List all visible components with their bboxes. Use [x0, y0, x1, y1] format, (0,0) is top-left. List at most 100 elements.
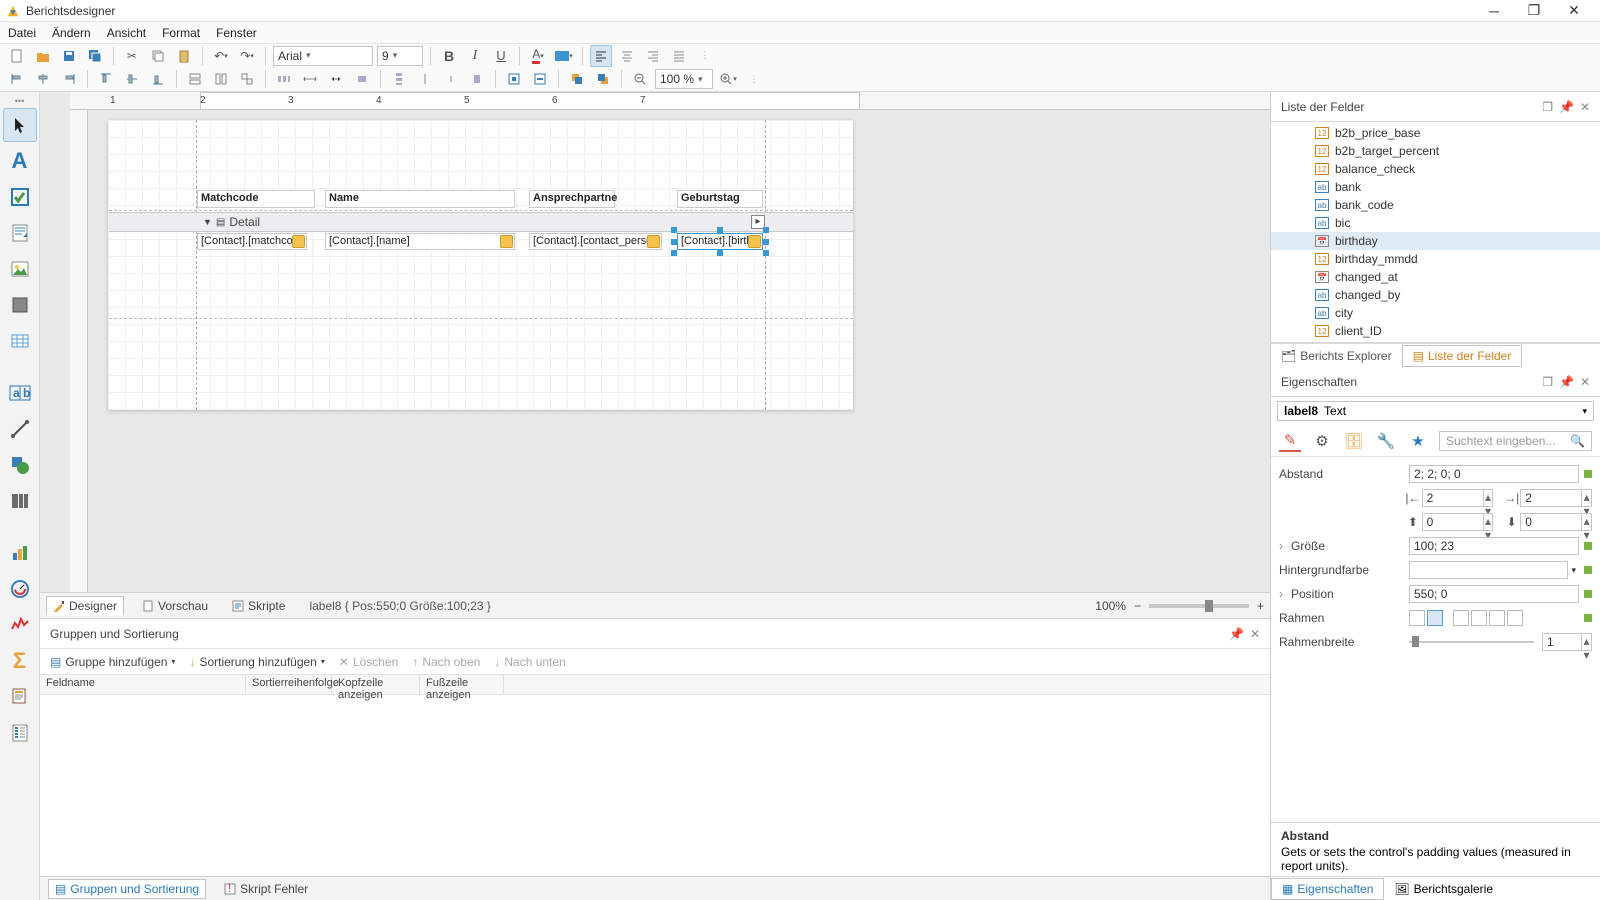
menu-datei[interactable]: Datei: [8, 26, 36, 40]
prop-border-width[interactable]: 1: [1542, 633, 1582, 651]
window-icon[interactable]: ❐: [1542, 100, 1553, 114]
prop-padding-right[interactable]: 2: [1520, 489, 1582, 507]
tool-checkbox[interactable]: [3, 180, 37, 214]
paste-icon[interactable]: [173, 45, 195, 67]
tool-gauge[interactable]: [3, 572, 37, 606]
align-center-icon[interactable]: [616, 45, 638, 67]
expand-icon[interactable]: ›: [1279, 539, 1291, 553]
menu-ansicht[interactable]: Ansicht: [107, 26, 146, 40]
cat-data-icon[interactable]: 🗄: [1343, 430, 1365, 452]
prop-position-value[interactable]: 550; 0: [1409, 585, 1579, 603]
fill-color-icon[interactable]: ▾: [553, 45, 575, 67]
tool-pivot[interactable]: Σ: [3, 644, 37, 678]
tab-properties[interactable]: ▦Eigenschaften: [1271, 878, 1384, 900]
toolbar-overflow-icon[interactable]: ⋮: [743, 68, 765, 90]
font-name-combo[interactable]: Arial▾: [273, 46, 373, 66]
vspace-remove-icon[interactable]: [466, 68, 488, 90]
same-width-icon[interactable]: [184, 68, 206, 90]
tool-panel[interactable]: [3, 288, 37, 322]
add-group-button[interactable]: ▤Gruppe hinzufügen▾: [50, 655, 175, 669]
prop-padding-left[interactable]: 2: [1422, 489, 1484, 507]
menu-aendern[interactable]: Ändern: [52, 26, 91, 40]
close-icon[interactable]: ✕: [1250, 627, 1260, 641]
italic-icon[interactable]: I: [464, 45, 486, 67]
property-search-input[interactable]: Suchtext eingeben...🔍: [1439, 431, 1592, 451]
bound-field[interactable]: [Contact].[birthd: [677, 233, 763, 250]
maximize-button[interactable]: ❐: [1514, 2, 1554, 19]
font-size-combo[interactable]: 9▾: [377, 46, 423, 66]
center-horiz-icon[interactable]: [503, 68, 525, 90]
hspace-decrease-icon[interactable]: [325, 68, 347, 90]
zoom-combo[interactable]: 100 %▾: [655, 69, 713, 89]
field-list-item[interactable]: 12b2b_price_base: [1271, 124, 1600, 142]
new-icon[interactable]: [6, 45, 28, 67]
minimize-button[interactable]: ─: [1474, 3, 1514, 19]
save-all-icon[interactable]: [84, 45, 106, 67]
prop-marker-icon[interactable]: [1584, 614, 1592, 622]
detail-band[interactable]: ▼▤ Detail ▸: [109, 212, 853, 232]
move-down-button[interactable]: ↓Nach unten: [494, 655, 565, 669]
close-icon[interactable]: ✕: [1580, 375, 1590, 389]
hspace-remove-icon[interactable]: [351, 68, 373, 90]
vspace-increase-icon[interactable]: [414, 68, 436, 90]
same-height-icon[interactable]: [210, 68, 232, 90]
tool-label[interactable]: A: [3, 144, 37, 178]
zoom-out-icon[interactable]: [629, 68, 651, 90]
tab-preview[interactable]: Vorschau: [136, 597, 214, 615]
cat-favorites-icon[interactable]: ★: [1407, 430, 1429, 452]
prop-marker-icon[interactable]: [1584, 470, 1592, 478]
align-edge-bottom-icon[interactable]: [147, 68, 169, 90]
align-edge-center-icon[interactable]: [32, 68, 54, 90]
prop-padding-bottom[interactable]: 0: [1520, 513, 1582, 531]
align-edge-top-icon[interactable]: [95, 68, 117, 90]
redo-icon[interactable]: ↷▾: [236, 45, 258, 67]
toolbar-overflow-icon[interactable]: ⋮: [694, 45, 716, 67]
bound-field[interactable]: [Contact].[matchcod: [197, 233, 307, 250]
tab-designer[interactable]: Designer: [46, 596, 124, 616]
font-color-icon[interactable]: A▾: [527, 45, 549, 67]
menu-format[interactable]: Format: [162, 26, 200, 40]
tab-report-gallery[interactable]: 🖼Berichtsgalerie: [1384, 879, 1503, 899]
column-header[interactable]: Name: [325, 190, 515, 208]
align-edge-left-icon[interactable]: [6, 68, 28, 90]
save-icon[interactable]: [58, 45, 80, 67]
prop-padding-top[interactable]: 0: [1422, 513, 1484, 531]
tool-chart[interactable]: [3, 536, 37, 570]
band-smart-tag-icon[interactable]: ▸: [751, 215, 765, 229]
tool-subreport[interactable]: [3, 680, 37, 714]
bring-front-icon[interactable]: [566, 68, 588, 90]
bold-icon[interactable]: B: [438, 45, 460, 67]
object-selector[interactable]: label8Text▾: [1277, 401, 1594, 421]
hspace-increase-icon[interactable]: [299, 68, 321, 90]
tool-shape[interactable]: [3, 448, 37, 482]
align-right-icon[interactable]: [642, 45, 664, 67]
column-header[interactable]: Geburtstag: [677, 190, 763, 208]
window-icon[interactable]: ❐: [1542, 375, 1553, 389]
vspace-equal-icon[interactable]: [388, 68, 410, 90]
tool-image[interactable]: [3, 252, 37, 286]
close-icon[interactable]: ✕: [1580, 100, 1590, 114]
vspace-decrease-icon[interactable]: [440, 68, 462, 90]
field-list-item[interactable]: 📅birthday: [1271, 232, 1600, 250]
tool-barcode[interactable]: [3, 484, 37, 518]
same-size-icon[interactable]: [236, 68, 258, 90]
tool-richtext[interactable]: [3, 216, 37, 250]
prop-border-buttons[interactable]: [1409, 610, 1523, 626]
tool-line[interactable]: [3, 412, 37, 446]
delete-button[interactable]: ✕Löschen: [339, 655, 398, 669]
field-list-item[interactable]: abbic: [1271, 214, 1600, 232]
field-list-item[interactable]: 12birthday_mmdd: [1271, 250, 1600, 268]
add-sort-button[interactable]: ↓Sortierung hinzufügen▾: [189, 655, 324, 669]
zoom-in-icon[interactable]: ▾: [717, 68, 739, 90]
prop-marker-icon[interactable]: [1584, 542, 1592, 550]
copy-icon[interactable]: [147, 45, 169, 67]
design-surface[interactable]: 1 2 3 4 5 6 7 MatchcodeNameAnsprechpartn…: [40, 92, 1270, 592]
field-list-item[interactable]: 12b2b_target_percent: [1271, 142, 1600, 160]
prop-bg-color[interactable]: [1409, 561, 1568, 579]
tool-character-comb[interactable]: ab: [3, 376, 37, 410]
report-page[interactable]: MatchcodeNameAnsprechpartneGeburtstag ▼▤…: [108, 120, 853, 410]
prop-size-value[interactable]: 100; 23: [1409, 537, 1579, 555]
menu-fenster[interactable]: Fenster: [216, 26, 257, 40]
center-vert-icon[interactable]: [529, 68, 551, 90]
tool-toc[interactable]: [3, 716, 37, 750]
